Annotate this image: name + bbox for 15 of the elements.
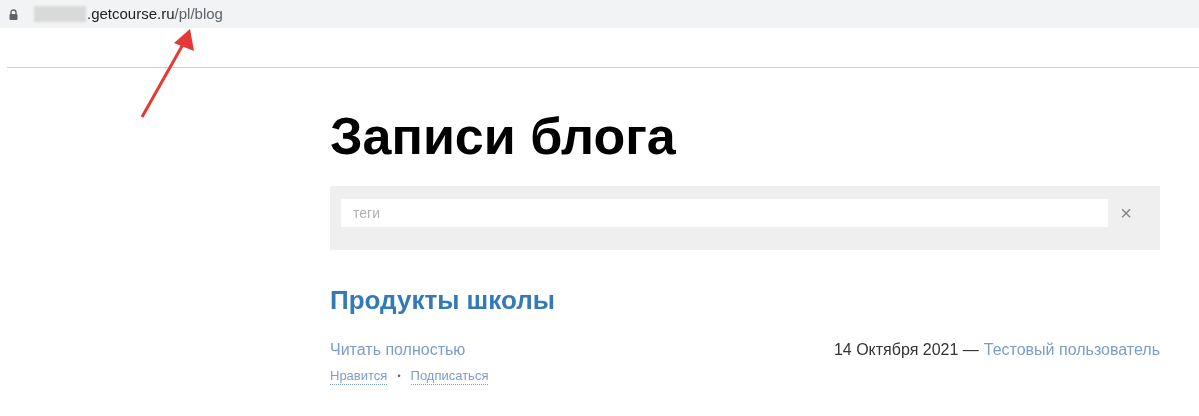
url-domain: .getcourse.ru bbox=[87, 3, 175, 24]
action-link[interactable]: Нравится bbox=[330, 368, 388, 385]
address-bar[interactable]: .getcourse.ru/pl/blog bbox=[0, 0, 1199, 28]
post-title-link[interactable]: Продукты школы bbox=[330, 284, 1160, 316]
blurred-domain bbox=[34, 6, 86, 22]
page-title: Записи блога bbox=[330, 106, 677, 167]
action-link[interactable]: Подписаться bbox=[410, 368, 489, 385]
tag-search-field[interactable]: теги bbox=[341, 199, 1108, 227]
url-path: /pl/blog bbox=[174, 3, 223, 24]
clear-button[interactable]: × bbox=[1116, 199, 1136, 227]
lock-icon bbox=[9, 8, 18, 20]
author-link[interactable]: Тестовый пользователь bbox=[983, 338, 1160, 362]
post-date: 14 Октября 2021 — bbox=[833, 340, 979, 360]
read-more-link[interactable]: Читать полностью bbox=[330, 338, 466, 362]
separator-dot: • bbox=[397, 369, 401, 383]
